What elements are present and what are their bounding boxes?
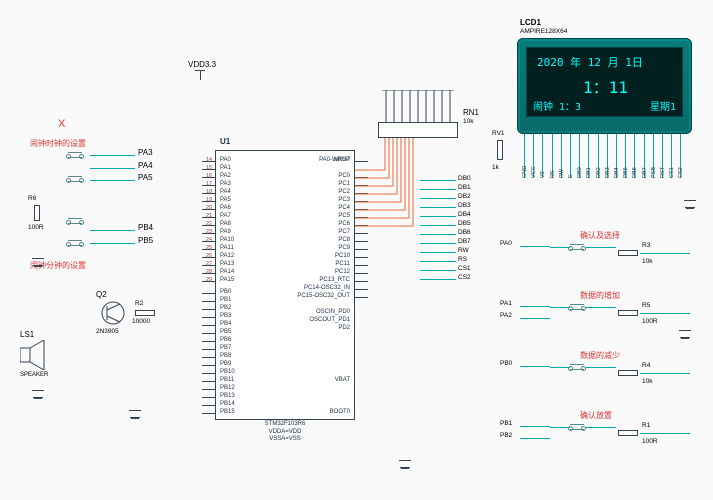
- rn1-ref: RN1: [463, 108, 479, 117]
- rn1: [378, 122, 458, 138]
- ls1-ref: LS1: [20, 330, 34, 339]
- lcd-ref: LCD1: [520, 18, 541, 27]
- u1-ref: U1: [220, 137, 230, 146]
- r6-val: 100R: [28, 224, 44, 231]
- r6-body: [34, 205, 40, 221]
- r2-val: 10000: [132, 318, 150, 325]
- x-marker: X: [58, 118, 65, 130]
- lcd-line2: 1：11: [583, 74, 628, 98]
- rn1-val: 10k: [463, 118, 473, 125]
- r6-ref: R6: [28, 195, 36, 202]
- vdd-label: VDD3.3: [188, 60, 216, 69]
- speaker: [20, 340, 54, 372]
- transistor-q2: [100, 300, 126, 328]
- rv1-body: [497, 140, 503, 160]
- rv1-ref: RV1: [492, 130, 505, 137]
- label-hour-set: 闹钟时钟的设置: [30, 138, 86, 149]
- lcd-line3a: 闹钟 1：3: [533, 98, 581, 113]
- lcd-line3b: 星期1: [650, 98, 676, 113]
- lcd-module: 2020 年 12 月 1日 1：11 闹钟 1：3 星期1: [517, 38, 692, 134]
- r2-ref: R2: [135, 300, 143, 307]
- q2-ref: Q2: [96, 290, 107, 299]
- ls1-name: SPEAKER: [20, 372, 48, 378]
- lcd-line1: 2020 年 12 月 1日: [537, 54, 643, 70]
- switch-hour-2: [68, 176, 82, 182]
- schematic-canvas: VDD3.3 X 闹钟时钟的设置 闹钟分钟的设置 PA3 PA4 PA5 PB4…: [0, 0, 713, 500]
- switch-min-1: [68, 218, 82, 224]
- q2-part: 2N3905: [96, 328, 119, 335]
- rv1-val: 1k: [492, 164, 499, 171]
- switch-min-2: [68, 240, 82, 246]
- r2-body: [135, 310, 155, 316]
- rn-stubs: [378, 90, 458, 122]
- lcd-part: AMPIRE128X64: [520, 28, 567, 35]
- pc-bus: [355, 120, 475, 250]
- switch-hour-1: [68, 152, 82, 158]
- mcu-u1: U1 PA0 14 PA1 15 PA2 16 PA3 17 PA4 18 PA…: [215, 150, 355, 420]
